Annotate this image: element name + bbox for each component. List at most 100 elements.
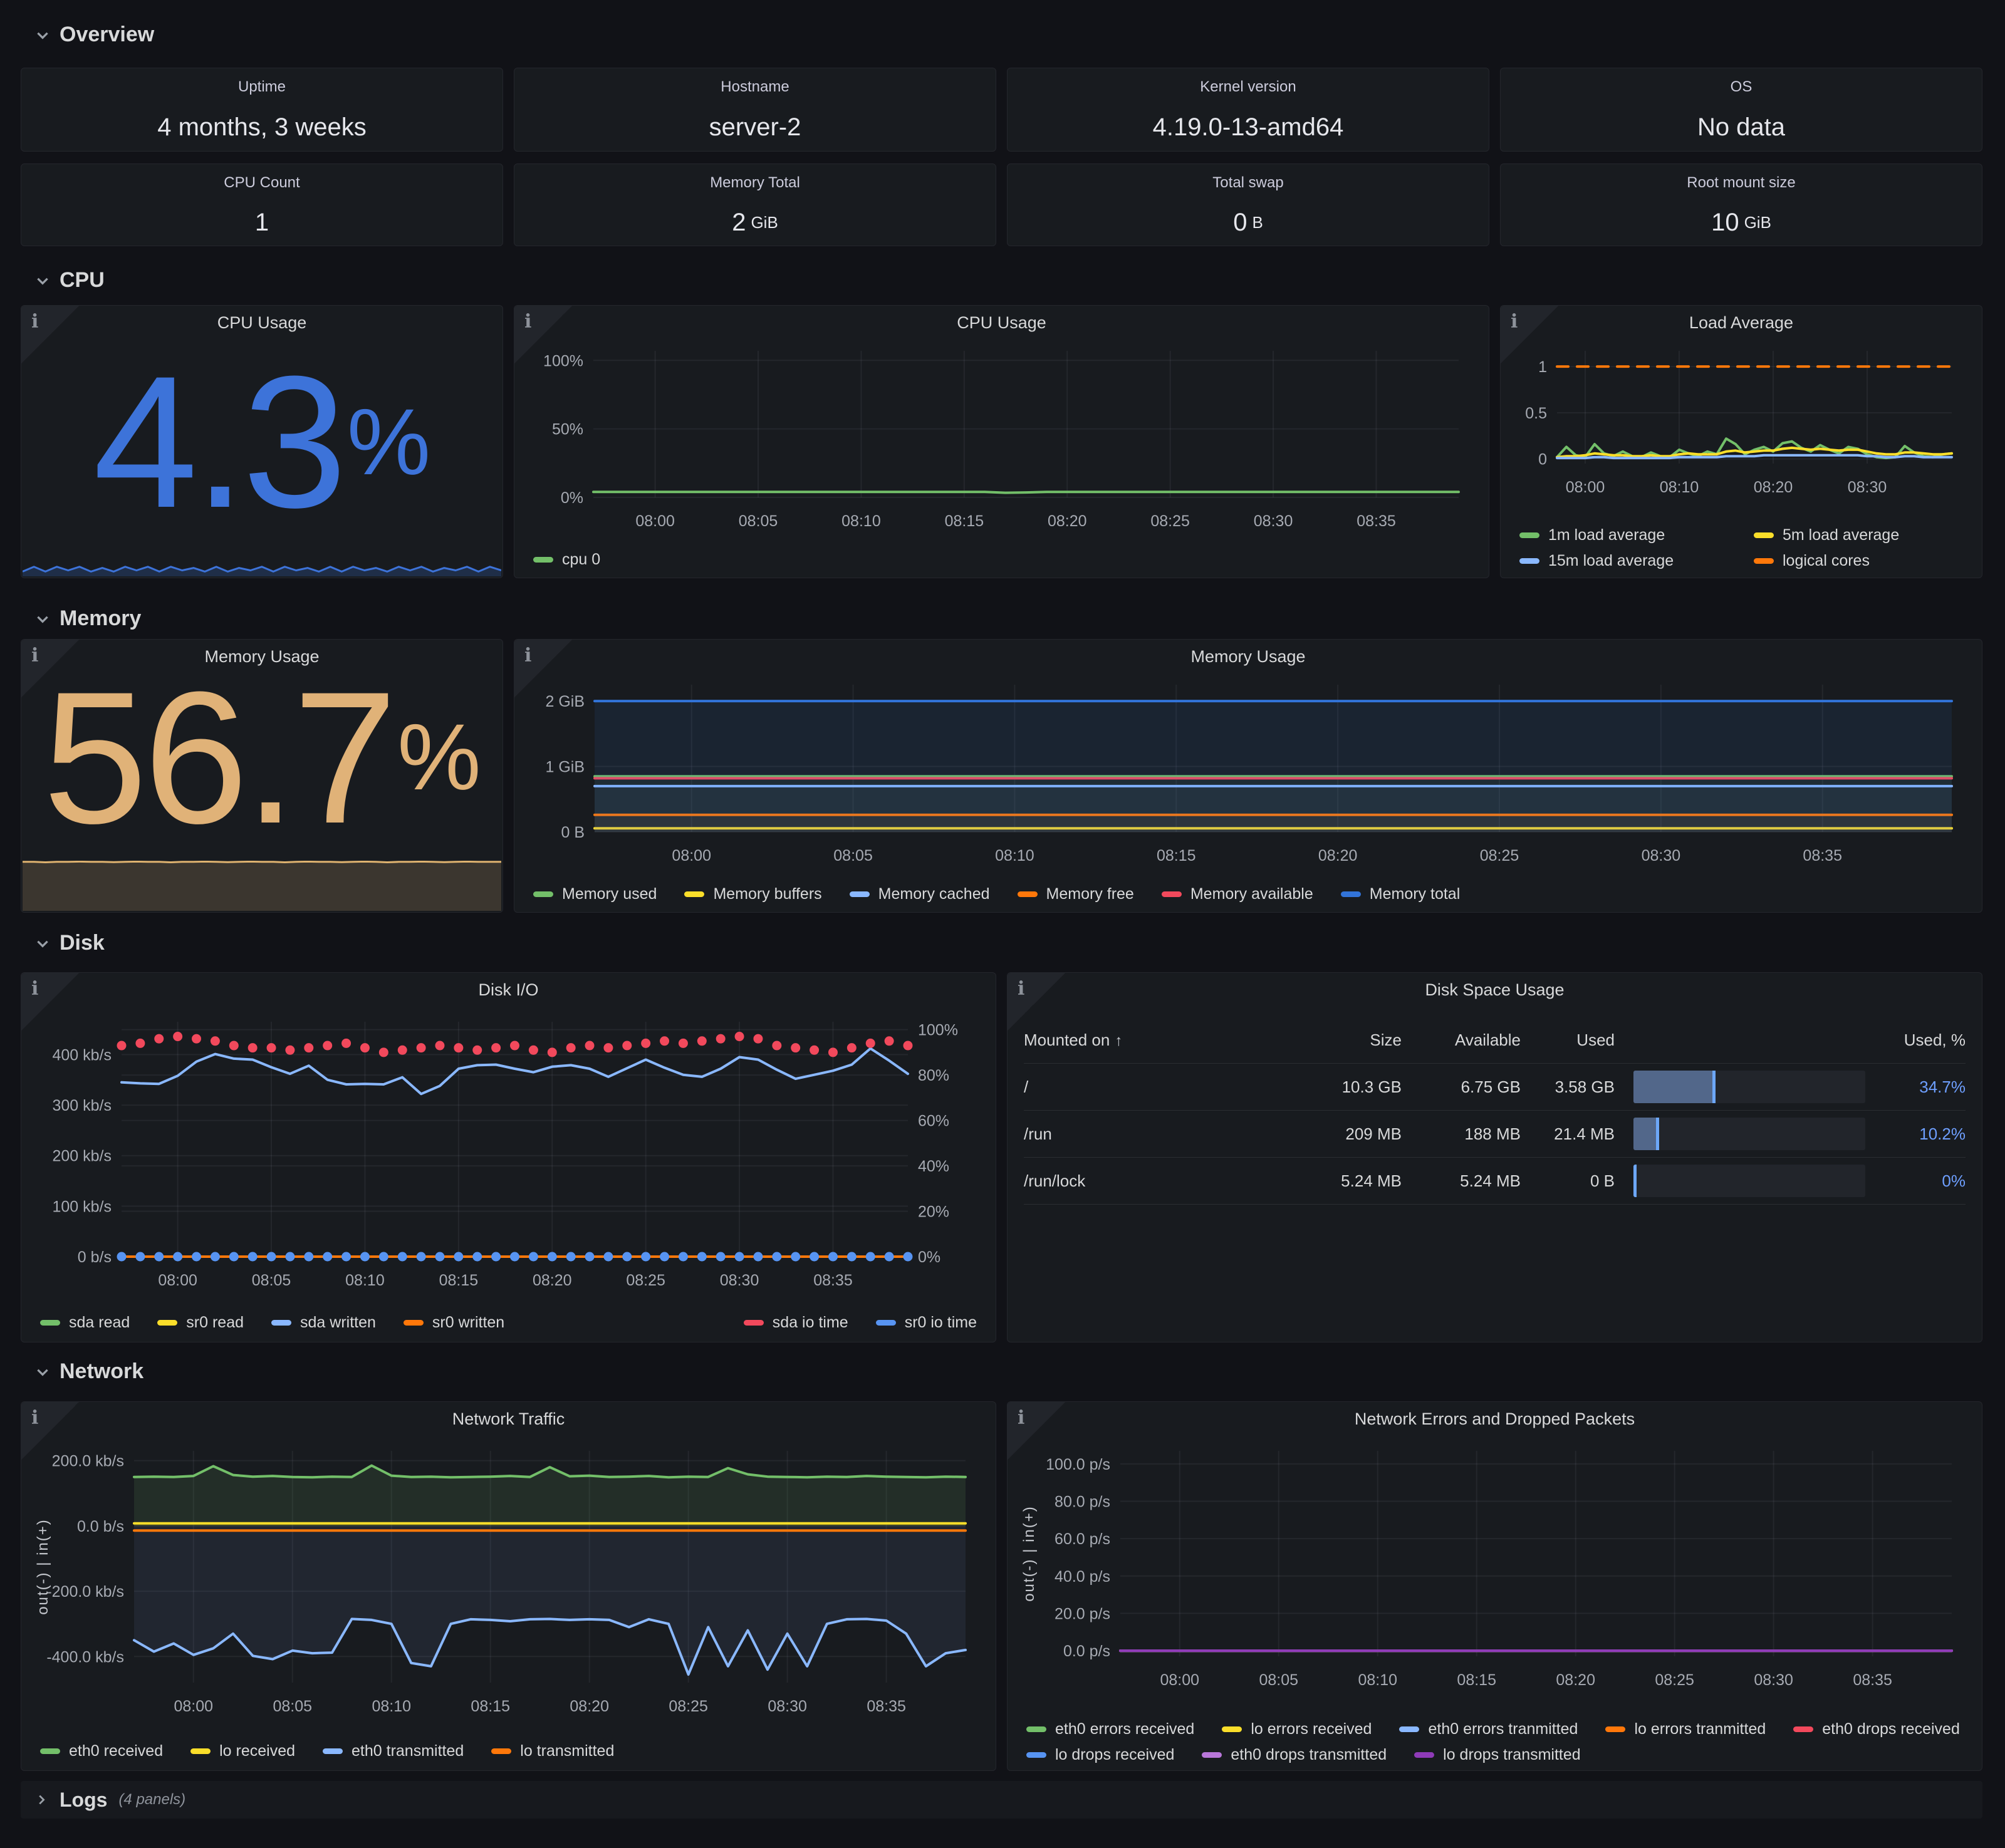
column-header-mounted-on[interactable]: Mounted on↑: [1024, 1030, 1283, 1050]
legend-item[interactable]: eth0 errors tranmitted: [1399, 1720, 1578, 1738]
legend-item[interactable]: Memory used: [533, 885, 657, 903]
column-header-used[interactable]: Used: [1521, 1030, 1615, 1050]
svg-text:08:15: 08:15: [1157, 847, 1196, 864]
legend-item[interactable]: lo errors tranmitted: [1605, 1720, 1766, 1738]
series-label: lo drops transmitted: [1443, 1746, 1581, 1764]
section-header-overview[interactable]: Overview: [34, 23, 154, 47]
panel-title[interactable]: Load Average: [1501, 313, 1982, 333]
legend-item[interactable]: sr0 io time: [876, 1314, 977, 1332]
svg-text:0.0 b/s: 0.0 b/s: [77, 1518, 124, 1535]
stat-title: Root mount size: [1501, 174, 1982, 192]
panel-title[interactable]: Memory Usage: [514, 647, 1982, 667]
legend-item[interactable]: lo drops transmitted: [1414, 1746, 1581, 1764]
legend-item[interactable]: lo received: [190, 1742, 295, 1760]
table-header-row: Mounted on↑ Size Available Used Used, %: [1024, 1017, 1966, 1064]
panel-title[interactable]: CPU Usage: [514, 313, 1489, 333]
svg-text:80%: 80%: [918, 1067, 949, 1084]
svg-text:08:30: 08:30: [768, 1698, 807, 1715]
section-header-logs[interactable]: Logs (4 panels): [21, 1781, 1982, 1819]
memory-usage-sparkline: [23, 861, 501, 911]
series-color-swatch: [1519, 532, 1539, 538]
series-label: cpu 0: [562, 551, 600, 569]
memory-usage-legend: Memory used Memory buffers Memory cached Me…: [533, 885, 1963, 903]
series-color-swatch: [190, 1748, 211, 1754]
legend-item[interactable]: Memory available: [1162, 885, 1313, 903]
svg-text:40%: 40%: [918, 1158, 949, 1175]
section-title: Disk: [60, 931, 105, 955]
legend-item[interactable]: lo transmitted: [491, 1742, 614, 1760]
svg-text:08:00: 08:00: [1566, 479, 1605, 496]
series-label: lo received: [219, 1742, 295, 1760]
cell-size: 5.24 MB: [1283, 1171, 1402, 1191]
series-color-swatch: [1519, 558, 1539, 564]
section-title: CPU: [60, 268, 105, 293]
cell-used-percent: 34.7%: [1872, 1077, 1966, 1097]
section-header-network[interactable]: Network: [34, 1359, 143, 1384]
network-errors-legend: eth0 errors received lo errors received et…: [1026, 1720, 1963, 1764]
section-header-cpu[interactable]: CPU: [34, 268, 105, 293]
network-traffic-panel: i Network Traffic 08:0008:0508:1008:1508…: [21, 1401, 996, 1771]
svg-text:0%: 0%: [918, 1248, 940, 1266]
section-header-memory[interactable]: Memory: [34, 606, 141, 631]
legend-item[interactable]: cpu 0: [533, 551, 600, 569]
stat-value: 0B: [1008, 199, 1489, 246]
legend-item[interactable]: sr0 read: [157, 1314, 244, 1332]
svg-text:60%: 60%: [918, 1113, 949, 1130]
column-header-available[interactable]: Available: [1402, 1030, 1521, 1050]
svg-text:50%: 50%: [552, 421, 583, 439]
series-label: sr0 io time: [905, 1314, 977, 1332]
stat-value: 4.19.0-13-amd64: [1008, 103, 1489, 151]
svg-text:08:20: 08:20: [533, 1272, 572, 1289]
disk-io-legend: sda read sr0 read sda written sr0 written sd…: [40, 1314, 977, 1332]
column-header-used-pct[interactable]: Used, %: [1872, 1030, 1966, 1050]
series-color-swatch: [1605, 1726, 1625, 1732]
series-color-swatch: [1754, 558, 1774, 564]
series-label: eth0 drops transmitted: [1231, 1746, 1387, 1764]
section-header-disk[interactable]: Disk: [34, 931, 105, 955]
legend-item[interactable]: eth0 drops transmitted: [1202, 1746, 1387, 1764]
legend-item[interactable]: lo errors received: [1222, 1720, 1372, 1738]
legend-item[interactable]: Memory total: [1341, 885, 1460, 903]
legend-item[interactable]: logical cores: [1754, 552, 1961, 570]
svg-text:08:00: 08:00: [672, 847, 711, 864]
network-traffic-chart: 08:0008:0508:1008:1508:2008:2508:3008:35…: [26, 1437, 991, 1729]
svg-text:08:35: 08:35: [1803, 847, 1842, 864]
table-row[interactable]: /10.3 GB6.75 GB3.58 GB34.7%: [1024, 1064, 1966, 1111]
svg-text:08:35: 08:35: [1853, 1671, 1892, 1689]
legend-item[interactable]: 5m load average: [1754, 526, 1961, 544]
legend-item[interactable]: sda written: [271, 1314, 376, 1332]
stat-panel-cpu-count: CPU Count 1: [21, 164, 503, 246]
legend-item[interactable]: eth0 drops received: [1793, 1720, 1960, 1738]
legend-item[interactable]: sda io time: [744, 1314, 848, 1332]
stat-title: Hostname: [514, 78, 996, 96]
legend-item[interactable]: sr0 written: [404, 1314, 504, 1332]
legend-item[interactable]: sda read: [40, 1314, 130, 1332]
svg-text:08:20: 08:20: [570, 1698, 609, 1715]
panel-title[interactable]: Network Traffic: [21, 1409, 996, 1429]
svg-text:08:05: 08:05: [1259, 1671, 1298, 1689]
table-row[interactable]: /run209 MB188 MB21.4 MB10.2%: [1024, 1111, 1966, 1158]
panel-title[interactable]: Disk Space Usage: [1008, 980, 1982, 1000]
legend-item[interactable]: Memory free: [1018, 885, 1134, 903]
legend-item[interactable]: lo drops received: [1026, 1746, 1174, 1764]
svg-text:08:20: 08:20: [1048, 512, 1087, 530]
table-row[interactable]: /run/lock5.24 MB5.24 MB0 B0%: [1024, 1158, 1966, 1205]
legend-item[interactable]: 15m load average: [1519, 552, 1726, 570]
stat-title: Total swap: [1008, 174, 1489, 192]
panel-title[interactable]: CPU Usage: [21, 313, 503, 333]
legend-item[interactable]: 1m load average: [1519, 526, 1726, 544]
series-color-swatch: [1793, 1726, 1813, 1732]
cell-mounted-on: /: [1024, 1077, 1283, 1097]
svg-text:200.0 kb/s: 200.0 kb/s: [52, 1453, 124, 1470]
column-header-size[interactable]: Size: [1283, 1030, 1402, 1050]
legend-item[interactable]: eth0 transmitted: [323, 1742, 464, 1760]
legend-item[interactable]: eth0 received: [40, 1742, 163, 1760]
legend-item[interactable]: eth0 errors received: [1026, 1720, 1194, 1738]
panel-title[interactable]: Network Errors and Dropped Packets: [1008, 1409, 1982, 1429]
legend-item[interactable]: Memory buffers: [684, 885, 821, 903]
series-color-swatch: [1754, 532, 1774, 538]
panel-title[interactable]: Disk I/O: [21, 980, 996, 1000]
cell-available: 5.24 MB: [1402, 1171, 1521, 1191]
legend-item[interactable]: Memory cached: [850, 885, 990, 903]
svg-text:100.0 p/s: 100.0 p/s: [1046, 1456, 1110, 1473]
